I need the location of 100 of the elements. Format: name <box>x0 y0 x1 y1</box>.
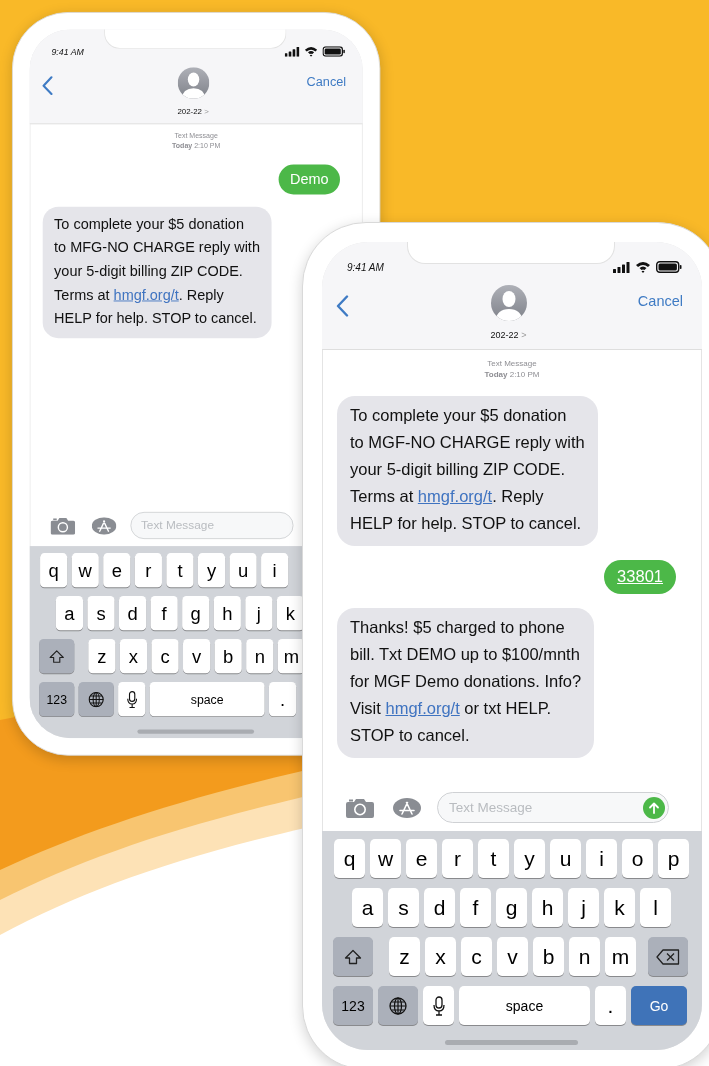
keyboard-key[interactable]: s <box>87 596 115 631</box>
keyboard-key[interactable]: x <box>425 937 456 976</box>
status-time: 9:41 AM <box>347 261 384 273</box>
keyboard-key[interactable]: b <box>214 639 242 674</box>
keyboard-key[interactable]: q <box>40 553 68 588</box>
contact-button[interactable]: 202-22 > <box>490 330 527 340</box>
keyboard-key[interactable]: x <box>119 639 148 674</box>
message-text: Demo <box>290 169 329 189</box>
keyboard-key[interactable]: t <box>166 553 194 588</box>
numbers-key[interactable]: 123 <box>39 682 75 717</box>
wifi-icon <box>304 46 319 57</box>
go-key[interactable]: Go <box>631 986 687 1025</box>
shift-key[interactable] <box>39 639 75 674</box>
delete-icon <box>656 948 680 965</box>
timestamp-time: Today 2:10 PM <box>484 369 540 380</box>
keyboard-key[interactable]: v <box>183 639 211 674</box>
keyboard-key[interactable]: i <box>586 839 617 878</box>
keyboard-key[interactable]: i <box>261 553 289 588</box>
keyboard-key[interactable]: p <box>658 839 689 878</box>
keyboard-key[interactable]: b <box>533 937 564 976</box>
link[interactable]: hmgf.org/t <box>113 286 179 303</box>
delete-key[interactable] <box>648 937 688 976</box>
keyboard-key[interactable]: s <box>388 888 419 927</box>
keyboard-key[interactable]: k <box>604 888 635 927</box>
keyboard-key[interactable]: d <box>119 596 147 631</box>
space-key[interactable]: space <box>459 986 590 1025</box>
keyboard-key[interactable]: c <box>151 639 179 674</box>
keyboard-key[interactable]: y <box>197 553 226 588</box>
avatar-icon <box>490 285 527 321</box>
microphone-icon <box>126 690 137 708</box>
keyboard-key[interactable]: m <box>605 937 636 976</box>
keyboard-key[interactable]: m <box>277 639 305 674</box>
keyboard-key[interactable]: o <box>622 839 653 878</box>
link[interactable]: hmgf.org/t <box>417 487 493 505</box>
keyboard-key[interactable]: w <box>370 839 401 878</box>
keyboard-key[interactable]: w <box>71 553 99 588</box>
keyboard-key[interactable]: d <box>424 888 455 927</box>
keyboard-key[interactable]: f <box>150 596 178 631</box>
keyboard-key[interactable]: u <box>550 839 581 878</box>
keyboard-key[interactable]: n <box>246 639 274 674</box>
shift-key[interactable] <box>333 937 373 976</box>
battery-icon <box>322 46 346 57</box>
globe-icon <box>389 996 407 1015</box>
keyboard-key[interactable]: y <box>514 839 545 878</box>
wifi-icon <box>635 261 651 273</box>
dictation-key[interactable] <box>118 682 146 717</box>
keyboard-key[interactable]: j <box>245 596 273 631</box>
message-text: Thanks! $5 charged to phone bill. Txt DEMO up to $100/mnth for MGF Demo donations. Info? Visit hmgf.org/t or txt HELP. STOP to cancel. <box>350 617 582 746</box>
app-icon <box>393 797 421 818</box>
dictation-key[interactable] <box>423 986 454 1025</box>
message-text: To complete your $5 donation to MFG-NO CHARGE reply with your 5-digit billing ZIP CODE. Terms at hmgf.org/t. Reply HELP for help. STOP to cancel. <box>54 214 260 328</box>
globe-key[interactable] <box>378 986 418 1025</box>
keyboard-key[interactable]: g <box>496 888 527 927</box>
shift-icon <box>344 948 362 965</box>
chevron-left-icon <box>336 295 349 317</box>
keyboard-key[interactable]: f <box>460 888 491 927</box>
numbers-key[interactable]: 123 <box>333 986 373 1025</box>
avatar-icon <box>177 67 209 99</box>
keyboard-key[interactable]: z <box>88 639 116 674</box>
keyboard-key[interactable]: . <box>268 682 297 717</box>
keyboard-key[interactable]: r <box>442 839 473 878</box>
link[interactable]: hmgf.org/t <box>385 699 460 717</box>
message-field[interactable]: Text Message <box>130 511 294 540</box>
message-text: To complete your $5 donation to MGF-NO CHARGE reply with your 5-digit billing ZIP CODE. Terms at hmgf.org/t. Reply HELP for help. STOP to cancel. <box>350 405 585 534</box>
keyboard-key[interactable]: k <box>276 596 305 631</box>
keyboard-key[interactable]: r <box>134 553 162 588</box>
keyboard-key[interactable]: t <box>478 839 509 878</box>
cancel-button[interactable]: Cancel <box>637 293 683 309</box>
keyboard-key[interactable]: e <box>406 839 437 878</box>
microphone-icon <box>432 995 445 1016</box>
signal-icon <box>613 261 630 273</box>
globe-key[interactable] <box>78 682 114 717</box>
keyboard-key[interactable]: l <box>640 888 671 927</box>
message-field[interactable]: Text Message <box>437 792 669 823</box>
signal-icon <box>284 46 300 57</box>
timestamp-label: Text Message <box>487 358 537 369</box>
keyboard-key[interactable]: n <box>569 937 600 976</box>
chevron-left-icon <box>41 76 54 96</box>
keyboard-key[interactable]: u <box>229 553 257 588</box>
back-button[interactable] <box>334 293 351 319</box>
status-time: 9:41 AM <box>51 46 84 57</box>
keyboard-key[interactable]: h <box>532 888 563 927</box>
keyboard-key[interactable]: e <box>103 553 131 588</box>
keyboard-key[interactable]: q <box>334 839 365 878</box>
keyboard-key[interactable]: g <box>182 596 210 631</box>
keyboard-key[interactable]: v <box>497 937 528 976</box>
battery-icon <box>656 261 682 273</box>
keyboard-key[interactable]: c <box>461 937 492 976</box>
back-button[interactable] <box>40 74 55 98</box>
keyboard-key[interactable]: j <box>568 888 599 927</box>
keyboard-key[interactable]: z <box>389 937 420 976</box>
camera-icon <box>50 516 76 535</box>
shift-icon <box>48 649 65 664</box>
keyboard-key[interactable]: . <box>595 986 626 1025</box>
keyboard-key[interactable]: h <box>213 596 241 631</box>
space-key[interactable]: space <box>149 682 265 717</box>
camera-icon <box>346 797 374 818</box>
keyboard-key[interactable]: a <box>55 596 84 631</box>
cancel-button[interactable]: Cancel <box>306 74 347 89</box>
keyboard-key[interactable]: a <box>352 888 383 927</box>
